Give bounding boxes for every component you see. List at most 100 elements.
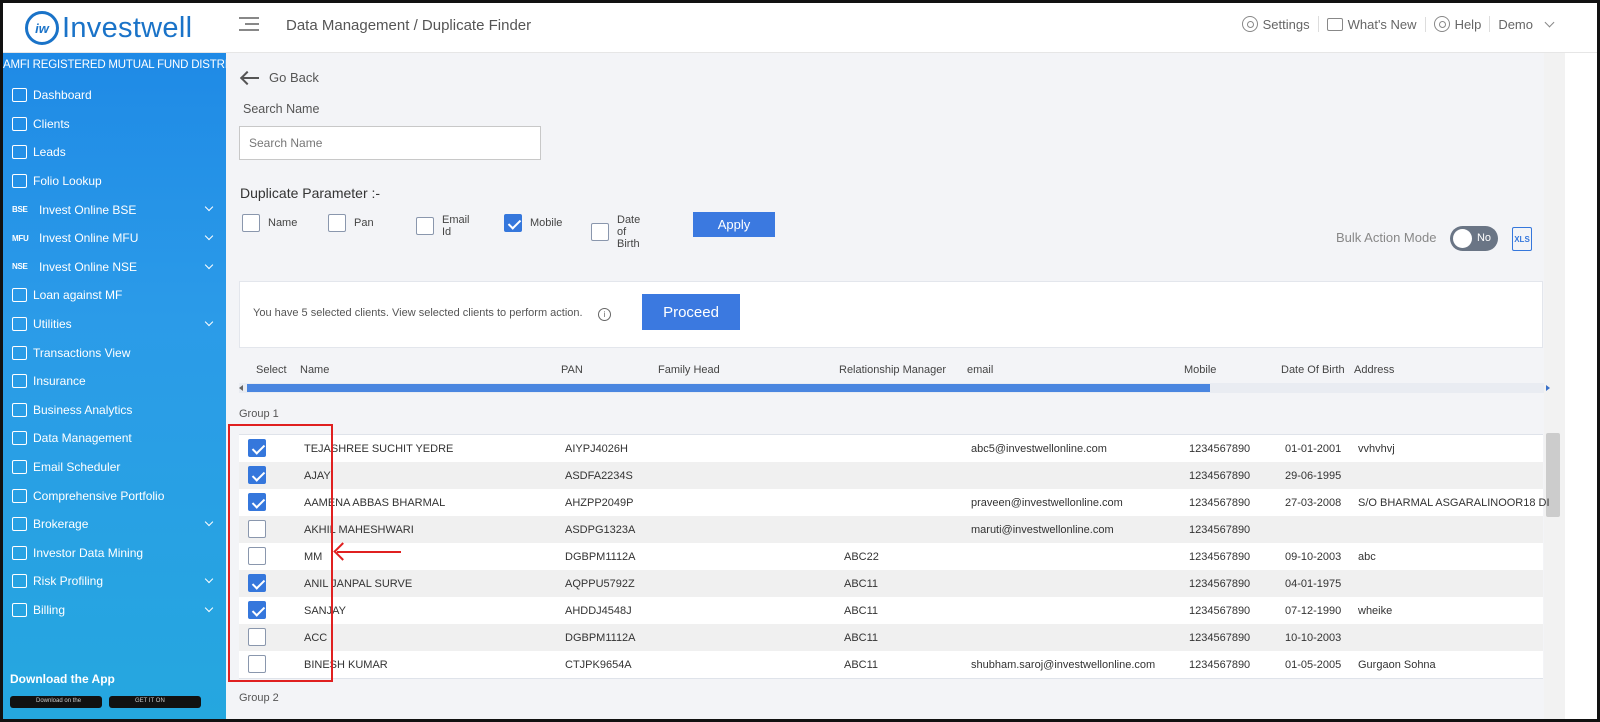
proceed-button[interactable]: Proceed [642, 294, 740, 330]
chevron-down-icon [204, 603, 214, 612]
table-row[interactable]: MM DGBPM1112A ABC22 1234567890 09-10-2003 abc [239, 543, 1543, 570]
column-header-pan[interactable]: PAN [561, 364, 583, 376]
column-header-name[interactable]: Name [300, 364, 329, 376]
table-row[interactable]: AAMENA ABBAS BHARMAL AHZPP2049P praveen@in… [239, 489, 1550, 516]
table-row[interactable]: AJAY ASDFA2234S 1234567890 29-06-1995 [239, 462, 1543, 489]
param-email-id-checkbox[interactable] [416, 217, 434, 235]
cell-mobile: 1234567890 [1189, 578, 1251, 590]
sidebar-item-investor-data-mining[interactable]: Investor Data Mining [3, 539, 226, 568]
settings-link[interactable]: Settings [1234, 16, 1319, 32]
play-store-badge[interactable]: GET IT ON [109, 696, 201, 708]
param-date-of-birth-checkbox[interactable] [591, 223, 609, 241]
cell-pan: ASDFA2234S [565, 470, 633, 482]
cell-mobile: 1234567890 [1189, 605, 1251, 617]
sidebar-item-data-management[interactable]: Data Management [3, 424, 226, 453]
investwell-logo[interactable]: iw Investwell [25, 11, 192, 45]
search-name-input[interactable] [239, 126, 541, 160]
cell-rm: ABC11 [844, 659, 879, 671]
user-menu[interactable]: Demo [1490, 17, 1561, 32]
bulk-action-toggle[interactable]: No [1450, 226, 1498, 251]
sidebar-item-label: Investor Data Mining [33, 545, 144, 560]
cell-address: Gurgaon Sohna [1358, 659, 1436, 671]
param-date-of-birth[interactable]: Date of Birth [591, 214, 640, 250]
horizontal-scrollbar-thumb[interactable] [247, 384, 1210, 392]
table-row[interactable]: ANIL JANPAL SURVE AQPPU5792Z ABC11 12345678… [239, 570, 1543, 597]
sidebar-item-risk-profiling[interactable]: Risk Profiling [3, 567, 226, 596]
app-store-badge[interactable]: Download on the [10, 696, 102, 708]
group-divider [239, 678, 1543, 679]
sidebar-item-comprehensive-portfolio[interactable]: Comprehensive Portfolio [3, 481, 226, 510]
sidebar-item-invest-online-mfu[interactable]: MFU Invest Online MFU [3, 224, 226, 253]
param-mobile-checkbox[interactable] [504, 214, 522, 232]
billing-icon [12, 602, 27, 617]
sidebar-item-loan-against-mf[interactable]: Loan against MF [3, 281, 226, 310]
param-pan-label: Pan [354, 217, 374, 229]
param-pan[interactable]: Pan [328, 214, 374, 232]
cell-address: vvhvhvj [1358, 443, 1395, 455]
sidebar-item-leads[interactable]: Leads [3, 138, 226, 167]
help-label: Help [1454, 16, 1482, 32]
param-email-id[interactable]: Email Id [416, 214, 470, 238]
table-row[interactable]: SANJAY AHDDJ4548J ABC11 1234567890 07-12-199… [239, 597, 1543, 624]
sidebar-item-transactions-view[interactable]: Transactions View [3, 338, 226, 367]
data-icon [12, 431, 27, 446]
cell-dob: 27-03-2008 [1285, 497, 1342, 509]
cell-pan: AIYPJ4026H [565, 443, 628, 455]
table-row[interactable]: TEJASHREE SUCHIT YEDRE AIYPJ4026H abc5@inv… [239, 435, 1543, 462]
apply-button[interactable]: Apply [693, 212, 775, 237]
group-2-label: Group 2 [239, 692, 279, 704]
sidebar-item-clients[interactable]: Clients [3, 110, 226, 139]
annotation-highlight-box [228, 424, 333, 682]
loan-icon [12, 288, 27, 303]
users-icon [12, 116, 27, 131]
chevron-down-icon [204, 203, 214, 212]
cell-rm: ABC11 [844, 605, 879, 617]
column-header-family-head[interactable]: Family Head [658, 364, 720, 376]
sidebar-item-billing[interactable]: Billing [3, 596, 226, 625]
param-name[interactable]: Name [242, 214, 297, 232]
logo-text: Investwell [62, 11, 193, 44]
group-1-label: Group 1 [239, 408, 279, 420]
column-header-relationship-manager[interactable]: Relationship Manager [839, 364, 946, 376]
table-header: Select Name PAN Family Head Relationship Man… [239, 364, 1543, 382]
go-back-link[interactable]: Go Back [243, 70, 319, 85]
sidebar-item-insurance[interactable]: Insurance [3, 367, 226, 396]
xls-download-icon[interactable]: XLS [1512, 227, 1532, 251]
sidebar-item-utilities[interactable]: Utilities [3, 310, 226, 339]
cell-email: maruti@investwellonline.com [971, 524, 1114, 536]
table-row[interactable]: BINESH KUMAR CTJPK9654A ABC11 shubham.saroj… [239, 651, 1543, 678]
horizontal-scrollbar[interactable] [239, 383, 1550, 393]
sidebar-item-brokerage[interactable]: Brokerage [3, 510, 226, 539]
insurance-icon [12, 374, 27, 389]
column-header-email[interactable]: email [967, 364, 993, 376]
menu-toggle-icon[interactable] [239, 17, 259, 35]
scroll-left-icon[interactable] [239, 385, 243, 391]
column-header-select[interactable]: Select [256, 364, 287, 376]
sidebar-item-dashboard[interactable]: Dashboard [3, 81, 226, 110]
settings-label: Settings [1262, 16, 1310, 32]
sidebar-item-email-scheduler[interactable]: Email Scheduler [3, 453, 226, 482]
info-icon[interactable]: i [598, 308, 611, 321]
sidebar-item-business-analytics[interactable]: Business Analytics [3, 396, 226, 425]
column-header-mobile[interactable]: Mobile [1184, 364, 1216, 376]
whats-new-label: What's New [1347, 16, 1417, 32]
sidebar-item-folio-lookup[interactable]: Folio Lookup [3, 167, 226, 196]
help-link[interactable]: Help [1426, 16, 1491, 32]
sidebar-item-invest-online-bse[interactable]: BSE Invest Online BSE [3, 195, 226, 224]
table-row[interactable]: ACC DGBPM1112A ABC11 1234567890 10-10-2003 [239, 624, 1543, 651]
cell-mobile: 1234567890 [1189, 659, 1251, 671]
duplicate-parameter-label: Duplicate Parameter :- [240, 185, 381, 201]
param-mobile[interactable]: Mobile [504, 214, 562, 232]
table-row[interactable]: AKHIL MAHESHWARI ASDPG1323A maruti@investw… [239, 516, 1543, 543]
param-email-id-label: Email Id [442, 214, 470, 238]
whats-new-link[interactable]: What's New [1319, 16, 1426, 32]
param-pan-checkbox[interactable] [328, 214, 346, 232]
sidebar-item-invest-online-nse[interactable]: NSE Invest Online NSE [3, 253, 226, 282]
invest-online-mfu-tag-icon: MFU [12, 233, 29, 243]
column-header-address[interactable]: Address [1354, 364, 1394, 376]
scroll-right-icon[interactable] [1546, 385, 1550, 391]
mining-icon [12, 545, 27, 560]
column-header-date-of-birth[interactable]: Date Of Birth [1281, 364, 1345, 376]
chevron-down-icon [204, 260, 214, 269]
param-name-checkbox[interactable] [242, 214, 260, 232]
